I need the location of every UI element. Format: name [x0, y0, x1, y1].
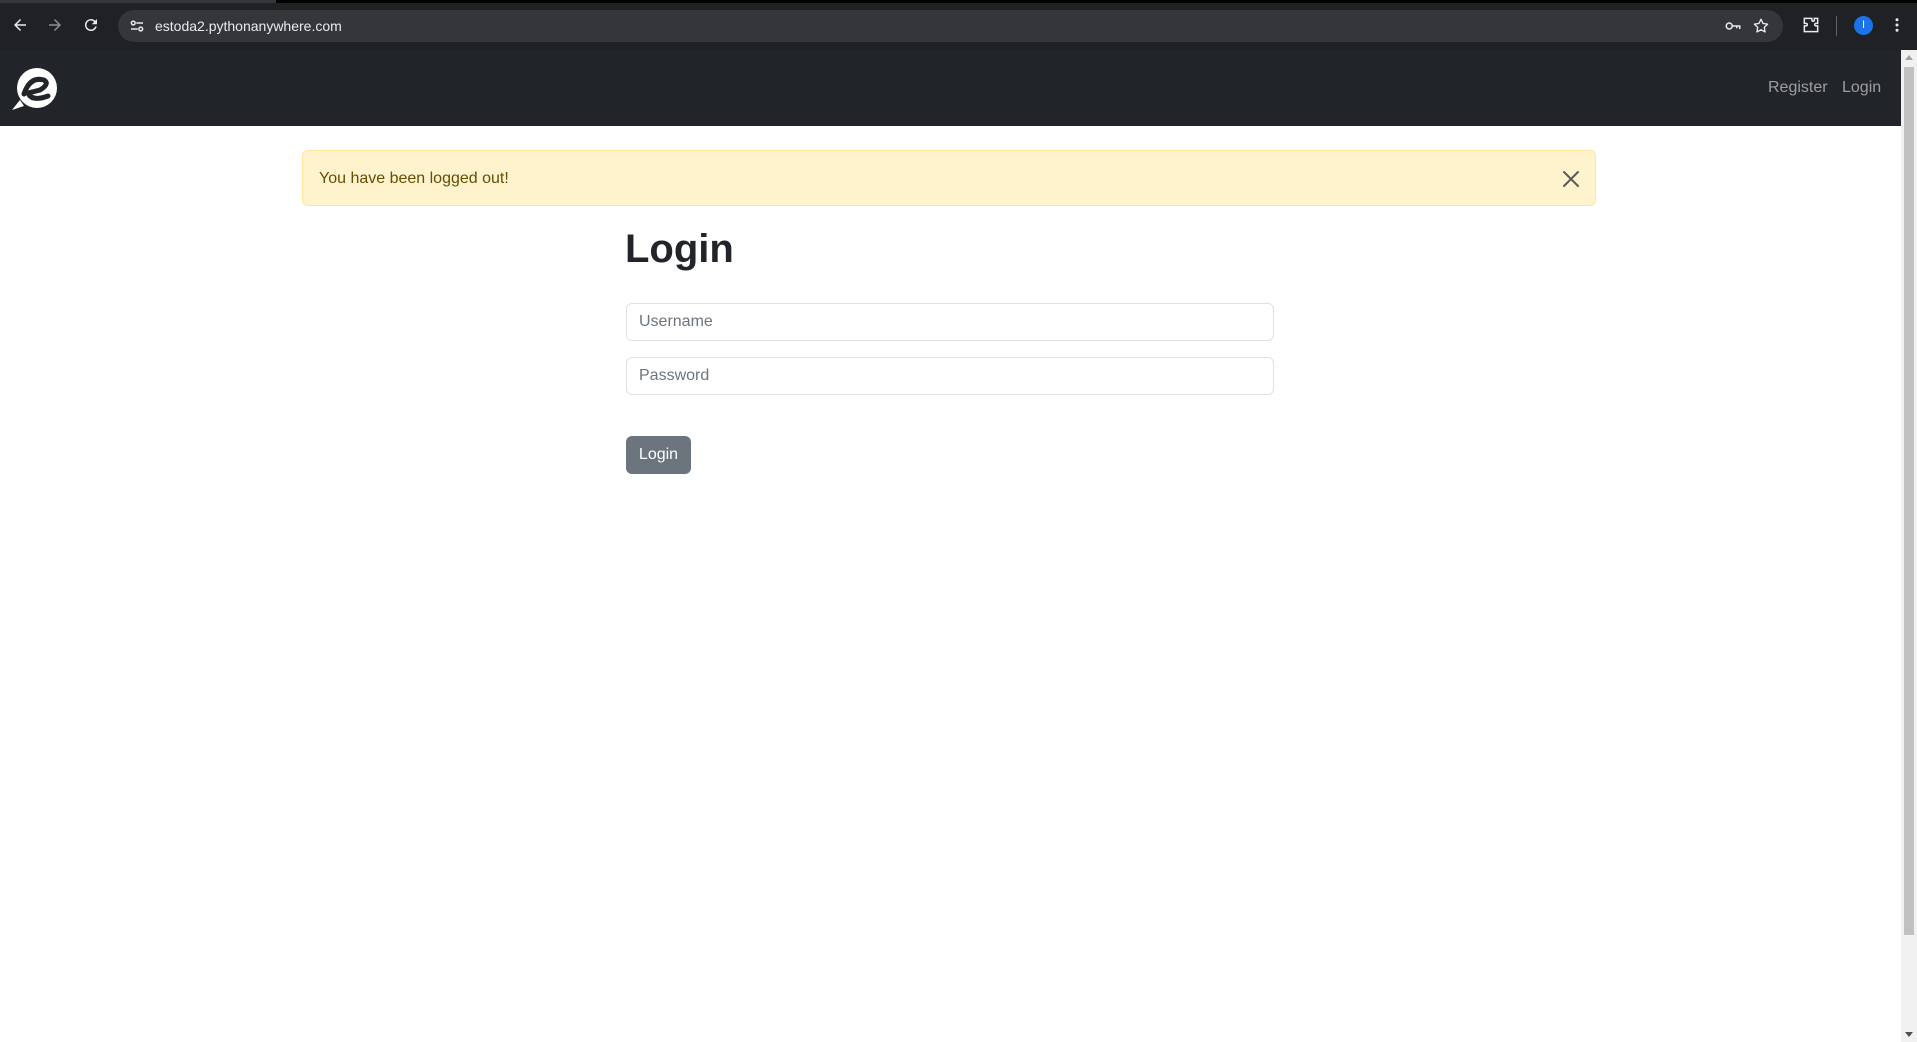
kebab-menu-icon: [1895, 18, 1899, 32]
bookmark-star-icon[interactable]: [1752, 17, 1770, 35]
login-button[interactable]: Login: [626, 436, 691, 474]
back-button[interactable]: [7, 12, 33, 38]
page-scrollbar[interactable]: [1901, 50, 1917, 1042]
profile-avatar[interactable]: I: [1854, 16, 1873, 35]
puzzle-icon: [1803, 17, 1819, 33]
scrollbar-thumb[interactable]: [1904, 67, 1914, 935]
reload-icon: [84, 19, 97, 32]
page-title: Login: [625, 227, 734, 271]
scroll-up-arrow-icon[interactable]: [1905, 55, 1913, 60]
close-icon[interactable]: [1561, 169, 1581, 189]
nav-register-link[interactable]: Register: [1768, 79, 1828, 97]
alert-message: You have been logged out!: [319, 170, 509, 187]
arrow-left-icon: [14, 19, 26, 31]
toolbar-divider: [1836, 16, 1837, 36]
reload-button[interactable]: [78, 12, 104, 38]
browser-menu-button[interactable]: [1886, 14, 1908, 36]
password-key-icon[interactable]: [1724, 17, 1742, 35]
nav-login-link[interactable]: Login: [1842, 79, 1881, 97]
password-input[interactable]: [626, 357, 1274, 395]
address-bar[interactable]: estoda2.pythonanywhere.com: [118, 10, 1783, 42]
browser-toolbar: estoda2.pythonanywhere.com I: [0, 0, 1917, 50]
url-text[interactable]: estoda2.pythonanywhere.com: [155, 18, 342, 34]
scroll-down-arrow-icon[interactable]: [1905, 1032, 1913, 1037]
site-navbar: Register Login: [0, 50, 1901, 126]
username-input[interactable]: [626, 303, 1274, 341]
extensions-button[interactable]: [1800, 14, 1822, 36]
tab-strip: [0, 0, 1917, 3]
arrow-right-icon: [49, 19, 61, 31]
brand-logo-icon[interactable]: [10, 66, 60, 112]
logout-alert: You have been logged out!: [302, 150, 1596, 206]
site-settings-icon[interactable]: [128, 17, 146, 35]
active-tab-indicator[interactable]: [0, 0, 276, 3]
forward-button[interactable]: [42, 12, 68, 38]
